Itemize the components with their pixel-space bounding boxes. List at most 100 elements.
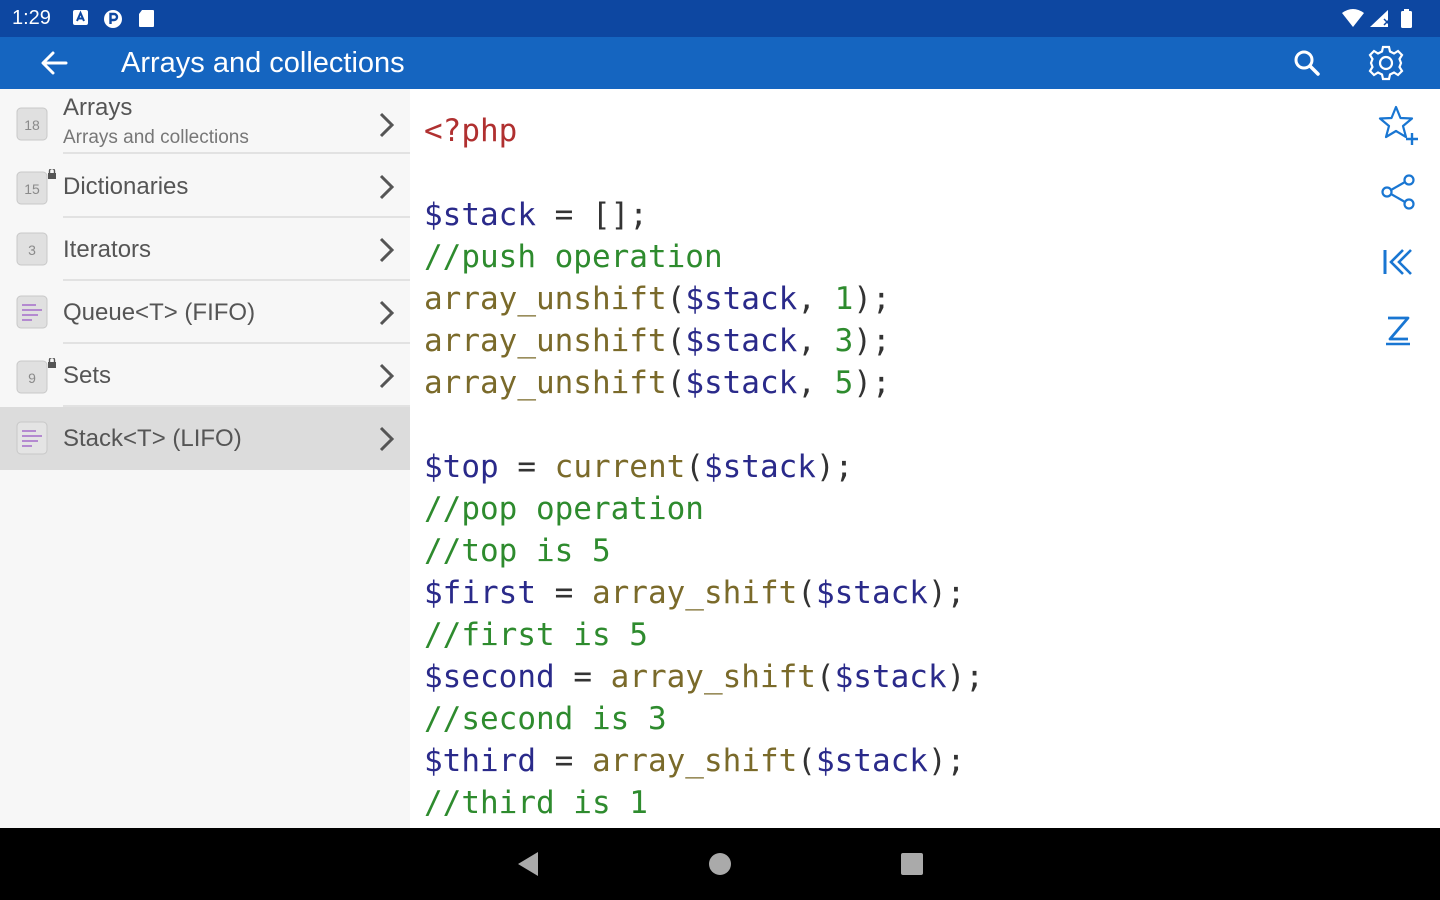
code-token: //push operation xyxy=(424,239,723,275)
code-token: $second xyxy=(424,659,555,695)
search-button[interactable] xyxy=(1284,41,1330,85)
first-topic-button[interactable] xyxy=(1374,239,1422,285)
code-token: array_shift xyxy=(591,575,798,611)
circle-home-icon xyxy=(709,853,731,875)
code-token: , xyxy=(797,281,835,317)
code-token: $third xyxy=(424,743,536,779)
code-token: 1 xyxy=(834,281,854,317)
code-token: ); xyxy=(946,659,984,695)
code-view: <?php $stack = [];//push operation array_… xyxy=(424,110,1364,825)
sort-icon xyxy=(1386,316,1410,346)
square-recents-icon xyxy=(901,853,923,875)
code-token: //first is 5 xyxy=(424,617,648,653)
code-token: $first xyxy=(424,575,536,611)
code-token: ); xyxy=(853,281,891,317)
code-line: //third is 1 xyxy=(424,782,1364,824)
svg-text:3: 3 xyxy=(28,242,36,258)
code-token: $stack xyxy=(815,575,928,611)
chevron-right-icon xyxy=(379,426,395,452)
nav-home-button[interactable] xyxy=(692,840,748,888)
code-token: ); xyxy=(853,365,891,401)
star-plus-icon xyxy=(1378,105,1418,145)
back-button[interactable] xyxy=(30,41,78,85)
notification-p-icon xyxy=(104,10,122,28)
code-token: = xyxy=(554,659,611,695)
code-line: array_unshift($stack, 3); xyxy=(424,320,1364,362)
code-token: = xyxy=(535,575,592,611)
topic-label: Dictionaries xyxy=(63,173,189,200)
topic-label: Queue<T> (FIFO) xyxy=(63,299,256,326)
code-line: <?php xyxy=(424,110,1364,152)
code-line: array_unshift($stack, 5); xyxy=(424,362,1364,404)
code-token: ( xyxy=(666,323,686,359)
svg-text:18: 18 xyxy=(24,117,40,133)
code-line: $stack = []; xyxy=(424,194,1364,236)
app-bar: Arrays and collections xyxy=(0,37,1440,89)
sort-button[interactable] xyxy=(1374,307,1422,353)
code-token: $top xyxy=(424,449,499,485)
code-token: ); xyxy=(853,323,891,359)
nav-recents-button[interactable] xyxy=(884,840,940,888)
share-icon xyxy=(1381,174,1415,210)
topic-item-dictionaries[interactable]: 15 Dictionaries xyxy=(0,155,410,218)
code-token: $stack xyxy=(834,659,947,695)
wifi-icon xyxy=(1342,9,1364,27)
code-token: //third is 1 xyxy=(424,785,648,821)
topic-badge-locked-icon: 15 xyxy=(16,169,56,205)
nav-back-button[interactable] xyxy=(500,840,556,888)
code-token: ( xyxy=(797,743,816,779)
topic-item-queue[interactable]: Queue<T> (FIFO) xyxy=(0,281,410,344)
topic-badge-icon: 3 xyxy=(16,232,48,266)
chevron-right-icon xyxy=(379,174,395,200)
triangle-back-icon xyxy=(518,852,538,876)
battery-icon xyxy=(1401,9,1412,28)
gear-icon xyxy=(1368,45,1404,81)
code-line: $third = array_shift($stack); xyxy=(424,740,1364,782)
code-line: //first is 5 xyxy=(424,614,1364,656)
system-nav-bar xyxy=(0,828,1440,900)
code-token: ); xyxy=(927,575,966,611)
code-line: array_unshift($stack, 1); xyxy=(424,278,1364,320)
topic-item-iterators[interactable]: 3 Iterators xyxy=(0,218,410,281)
topic-subtitle: Arrays and collections xyxy=(63,127,249,148)
code-line: //pop operation xyxy=(424,488,1364,530)
code-token: ( xyxy=(666,281,686,317)
topic-label: Sets xyxy=(63,362,112,389)
code-token: = xyxy=(498,449,555,485)
code-token: array_shift xyxy=(591,743,798,779)
code-line: $first = array_shift($stack); xyxy=(424,572,1364,614)
code-line: $top = current($stack); xyxy=(424,446,1364,488)
code-token: = []; xyxy=(535,197,648,233)
sd-card-icon xyxy=(139,10,154,27)
favorite-button[interactable] xyxy=(1374,101,1422,149)
code-token: array_unshift xyxy=(424,365,667,401)
topic-item-stack[interactable]: Stack<T> (LIFO) xyxy=(0,407,410,470)
code-token: $stack xyxy=(685,281,798,317)
code-line: //push operation xyxy=(424,236,1364,278)
topic-item-sets[interactable]: 9 Sets xyxy=(0,344,410,407)
status-time: 1:29 xyxy=(12,7,51,29)
topic-label: Arrays xyxy=(63,94,133,121)
code-token: ( xyxy=(666,365,686,401)
topic-item-arrays[interactable]: 18 Arrays Arrays and collections xyxy=(0,91,410,154)
code-token: ( xyxy=(797,575,816,611)
chevron-right-icon xyxy=(379,363,395,389)
system-icons xyxy=(1340,8,1430,35)
code-token: ( xyxy=(815,659,835,695)
code-token: $stack xyxy=(815,743,928,779)
code-token: //pop operation xyxy=(424,491,704,527)
code-token: ( xyxy=(685,449,704,485)
chevron-right-icon xyxy=(379,300,395,326)
code-token: //second is 3 xyxy=(424,701,667,737)
chevron-right-icon xyxy=(379,237,395,263)
share-button[interactable] xyxy=(1374,169,1422,215)
code-token: $stack xyxy=(685,365,798,401)
notification-a-icon xyxy=(73,10,88,25)
settings-button[interactable] xyxy=(1362,40,1410,86)
code-token: array_shift xyxy=(610,659,816,695)
arrow-left-icon xyxy=(41,51,68,75)
topic-label: Stack<T> (LIFO) xyxy=(63,425,242,452)
topic-badge-icon: 18 xyxy=(16,107,48,141)
code-token: , xyxy=(797,323,835,359)
